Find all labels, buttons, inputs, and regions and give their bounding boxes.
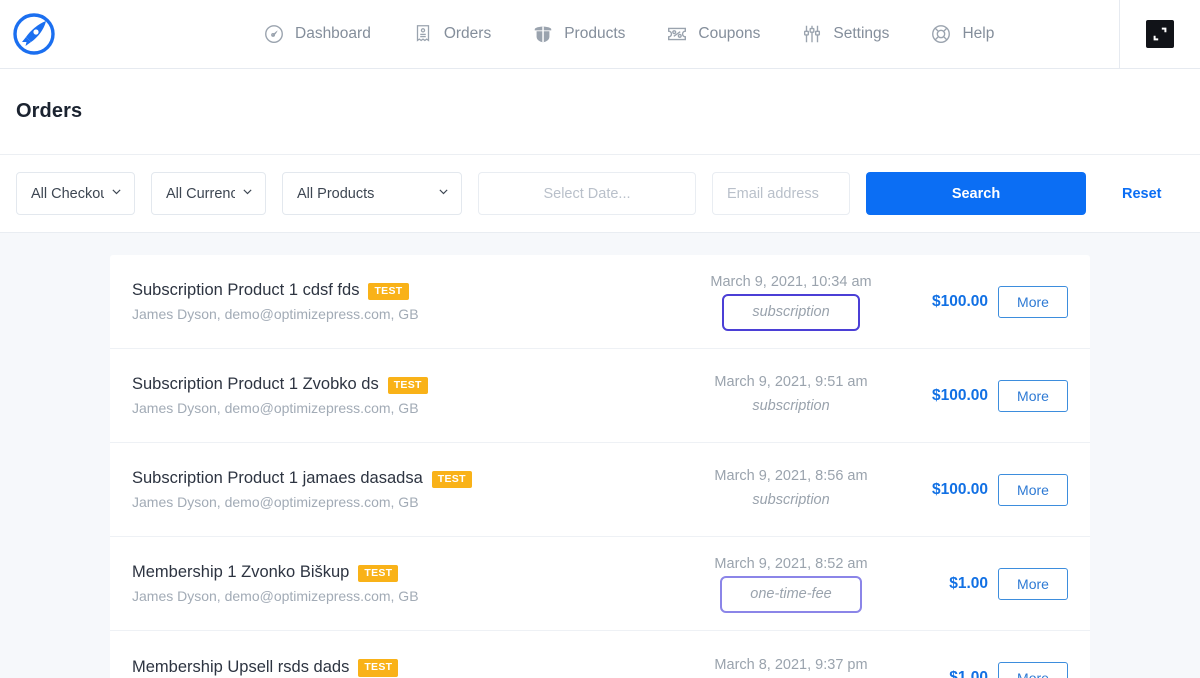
status-badge: TEST [431,470,472,489]
order-price: $100.00 [931,386,988,404]
order-price: $100.00 [931,480,988,498]
status-badge: TEST [358,659,399,677]
search-button[interactable]: Search [866,172,1086,215]
order-title-line: Membership Upsell rsds dads TEST [132,658,676,677]
email-filter-input[interactable] [712,172,850,215]
more-button[interactable]: More [998,379,1068,412]
order-meta: March 9, 2021, 8:56 am subscription [676,466,906,512]
order-date: March 9, 2021, 8:56 am [714,468,868,485]
order-price: $100.00 [931,292,988,310]
nav-item-products[interactable]: Products [511,0,645,68]
currency-filter-select[interactable]: All Currenc [151,172,266,215]
order-product-name: Subscription Product 1 cdsf fds [132,281,360,299]
checkout-filter-value: All Checkou [31,185,104,202]
table-row[interactable]: Subscription Product 1 jamaes dasadsa TE… [110,443,1090,537]
nav-item-orders[interactable]: Orders [391,0,511,68]
receipt-icon [411,22,435,46]
order-meta: March 9, 2021, 9:51 am subscription [676,372,906,418]
order-customer: James Dyson, demo@optimizepress.com, GB [132,588,419,604]
order-product-name: Membership Upsell rsds dads [132,657,350,676]
app-logo[interactable] [0,12,62,56]
order-info: Membership 1 Zvonko Biškup TEST James Dy… [132,563,676,604]
currency-filter-value: All Currenc [166,185,235,202]
order-price: $1.00 [949,574,988,592]
nav-label-orders: Orders [443,25,492,42]
table-row[interactable]: Membership 1 Zvonko Biškup TEST James Dy… [110,537,1090,631]
table-row[interactable]: Subscription Product 1 Zvobko ds TEST Ja… [110,349,1090,443]
order-customer: James Dyson, demo@optimizepress.com, GB [132,494,419,510]
order-product-name: Membership 1 Zvonko Biškup [132,563,350,581]
order-date: March 9, 2021, 10:34 am [710,273,872,290]
box-icon [531,22,555,46]
date-filter-input[interactable] [478,172,696,215]
products-filter-select[interactable]: All Products [282,172,462,215]
checkout-filter-select[interactable]: All Checkou [16,172,135,215]
order-meta: March 8, 2021, 9:37 pm one-time-fee [676,655,906,678]
nav-item-settings[interactable]: Settings [780,0,909,68]
order-info: Subscription Product 1 jamaes dasadsa TE… [132,469,676,510]
more-button[interactable]: More [998,567,1068,600]
order-product-name: Subscription Product 1 jamaes dasadsa [132,469,423,487]
nav-label-help: Help [962,25,995,42]
order-product-name: Subscription Product 1 Zvobko ds [132,375,379,393]
page-header: Orders [0,69,1200,155]
order-title-line: Subscription Product 1 jamaes dasadsa TE… [132,469,676,489]
order-title-line: Subscription Product 1 cdsf fds TEST [132,281,676,301]
order-date: March 9, 2021, 9:51 am [714,374,868,391]
nav-label-coupons: Coupons [698,25,761,42]
rocket-logo-icon [12,12,56,56]
lifebuoy-icon [929,22,953,46]
chevron-down-icon [110,185,123,202]
nav-right-actions [1119,0,1200,68]
order-meta: March 9, 2021, 8:52 am one-time-fee [676,554,906,614]
status-badge: TEST [368,282,409,301]
more-button[interactable]: More [998,662,1068,678]
page-title: Orders [16,100,83,122]
order-type[interactable]: one-time-fee [720,576,862,614]
table-row[interactable]: Membership Upsell rsds dads TEST James D… [110,631,1090,678]
nav-label-products: Products [564,25,626,42]
coupon-percent-icon [665,22,689,46]
nav-item-coupons[interactable]: Coupons [645,0,780,68]
filter-toolbar: All Checkou All Currenc All Products Sea… [0,155,1200,233]
order-customer: James Dyson, demo@optimizepress.com, GB [132,306,419,322]
speedometer-icon [262,22,286,46]
chevron-down-icon [241,185,254,202]
primary-nav-items: Dashboard Orders Products Coupons Settin… [242,0,1014,68]
order-title-line: Membership 1 Zvonko Biškup TEST [132,563,676,583]
orders-list-card: Subscription Product 1 cdsf fds TEST Jam… [110,255,1090,678]
order-info: Subscription Product 1 Zvobko ds TEST Ja… [132,375,676,416]
order-type[interactable]: subscription [748,394,833,419]
order-type[interactable]: subscription [722,294,860,332]
nav-item-dashboard[interactable]: Dashboard [242,0,391,68]
table-row[interactable]: Subscription Product 1 cdsf fds TEST Jam… [110,255,1090,349]
nav-label-settings: Settings [833,25,890,42]
top-navigation-bar: Dashboard Orders Products Coupons Settin… [0,0,1200,69]
nav-label-dashboard: Dashboard [295,25,371,42]
status-badge: TEST [358,564,399,583]
more-button[interactable]: More [998,473,1068,506]
order-type[interactable]: subscription [748,488,833,513]
products-filter-value: All Products [297,185,375,202]
order-price: $1.00 [949,669,988,678]
expand-fullscreen-icon[interactable] [1146,20,1174,48]
sliders-icon [800,22,824,46]
order-date: March 9, 2021, 8:52 am [714,555,868,572]
order-info: Subscription Product 1 cdsf fds TEST Jam… [132,281,676,322]
chevron-down-icon [437,185,450,202]
reset-link[interactable]: Reset [1112,180,1172,208]
status-badge: TEST [387,376,428,395]
orders-content-area: Subscription Product 1 cdsf fds TEST Jam… [0,233,1200,678]
order-customer: James Dyson, demo@optimizepress.com, GB [132,400,419,416]
order-meta: March 9, 2021, 10:34 am subscription [676,272,906,332]
more-button[interactable]: More [998,285,1068,318]
order-title-line: Subscription Product 1 Zvobko ds TEST [132,375,676,395]
order-date: March 8, 2021, 9:37 pm [714,656,868,673]
nav-item-help[interactable]: Help [909,0,1014,68]
order-info: Membership Upsell rsds dads TEST James D… [132,658,676,678]
